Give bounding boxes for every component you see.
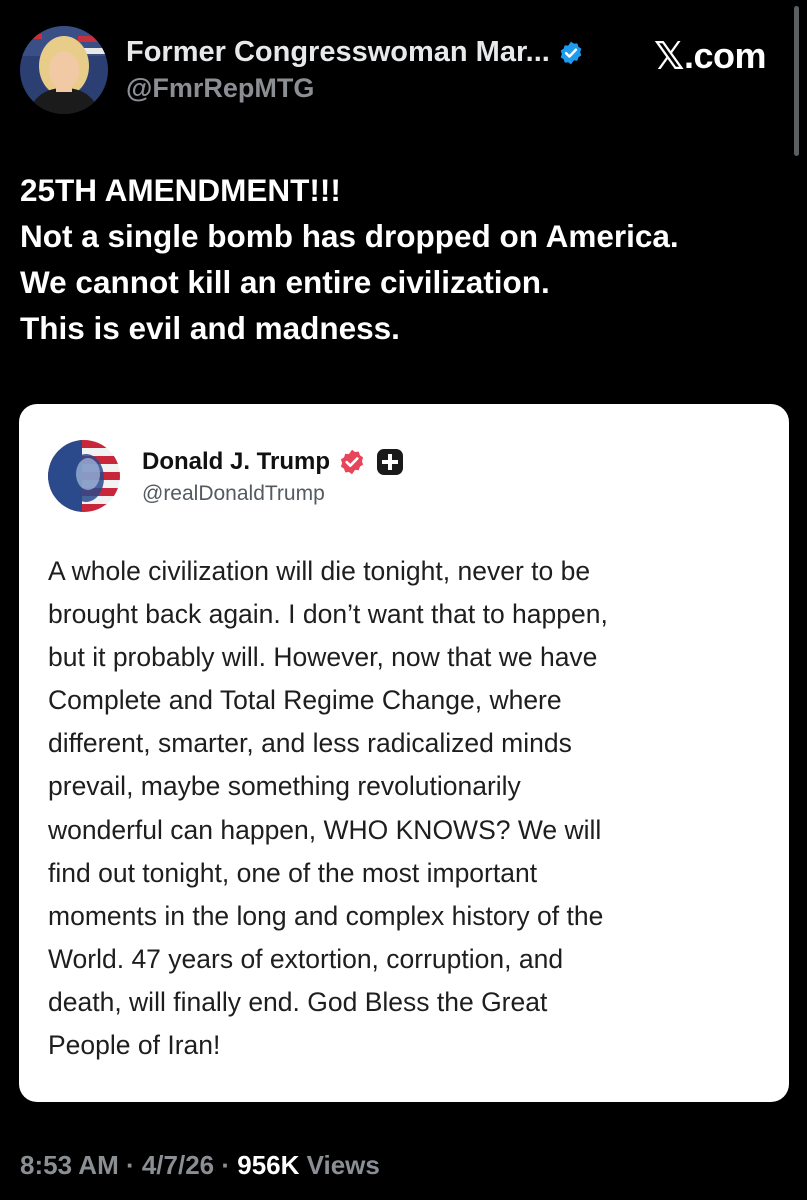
screenshot-page: Former Congresswoman Mar... @FmrRepMTG 𝕏… [0, 0, 807, 1200]
quoted-post-text: A whole civilization will die tonight, n… [48, 550, 768, 1067]
views-count: 956K [237, 1150, 300, 1180]
quoted-author-name-row: Donald J. Trump [142, 448, 404, 476]
quoted-author-display-name[interactable]: Donald J. Trump [142, 448, 330, 476]
quoted-text-line: wonderful can happen, WHO KNOWS? We will [48, 814, 602, 845]
post-text-line: This is evil and madness. [20, 310, 400, 346]
quoted-text-line: but it probably will. However, now that … [48, 642, 598, 673]
quoted-text-line: World. 47 years of extortion, corruption… [48, 943, 564, 974]
post-header: Former Congresswoman Mar... @FmrRepMTG 𝕏… [20, 24, 780, 116]
quoted-post-card[interactable]: Donald J. Trump @realDonaldTrump A whole… [19, 404, 789, 1102]
meta-separator: · [118, 1150, 142, 1180]
x-com-logo: 𝕏 .com [653, 34, 767, 78]
author-name-block: Former Congresswoman Mar... @FmrRepMTG [126, 36, 584, 104]
scrollbar[interactable] [794, 6, 799, 156]
post-text-line: We cannot kill an entire civilization. [20, 264, 550, 300]
verified-badge-icon [558, 40, 584, 66]
verified-badge-icon [338, 448, 366, 476]
post-date[interactable]: 4/7/26 [142, 1150, 214, 1180]
x-logo-icon: 𝕏 [653, 34, 685, 78]
quoted-author-name-block: Donald J. Trump @realDonaldTrump [142, 448, 404, 506]
quoted-author-handle[interactable]: @realDonaldTrump [142, 482, 404, 506]
quoted-text-line: brought back again. I don’t want that to… [48, 599, 608, 630]
author-display-name[interactable]: Former Congresswoman Mar... [126, 36, 550, 69]
quoted-text-line: prevail, maybe something revolutionarily [48, 771, 521, 802]
author-handle[interactable]: @FmrRepMTG [126, 73, 584, 104]
quoted-text-line: death, will finally end. God Bless the G… [48, 986, 548, 1017]
quoted-author-avatar[interactable] [48, 440, 120, 512]
quoted-text-line: People of Iran! [48, 1030, 221, 1061]
author-name-row: Former Congresswoman Mar... [126, 36, 584, 69]
post-metadata: 8:53 AM · 4/7/26 · 956K Views [20, 1150, 380, 1181]
quoted-text-line: A whole civilization will die tonight, n… [48, 556, 591, 586]
quoted-text-line: find out tonight, one of the most import… [48, 857, 538, 888]
post-text: 25TH AMENDMENT!!! Not a single bomb has … [20, 167, 790, 351]
post-text-line: 25TH AMENDMENT!!! [20, 172, 341, 208]
brand-suffix: .com [683, 35, 767, 76]
plus-badge-icon [376, 448, 404, 476]
author-avatar[interactable] [20, 26, 108, 114]
post-text-line: Not a single bomb has dropped on America… [20, 218, 679, 254]
quoted-text-line: moments in the long and complex history … [48, 900, 604, 931]
quoted-text-line: Complete and Total Regime Change, where [48, 685, 562, 716]
quoted-text-line: different, smarter, and less radicalized… [48, 728, 572, 759]
post-time[interactable]: 8:53 AM [20, 1150, 119, 1180]
views-label: Views [299, 1150, 380, 1180]
meta-separator: · [214, 1150, 238, 1180]
